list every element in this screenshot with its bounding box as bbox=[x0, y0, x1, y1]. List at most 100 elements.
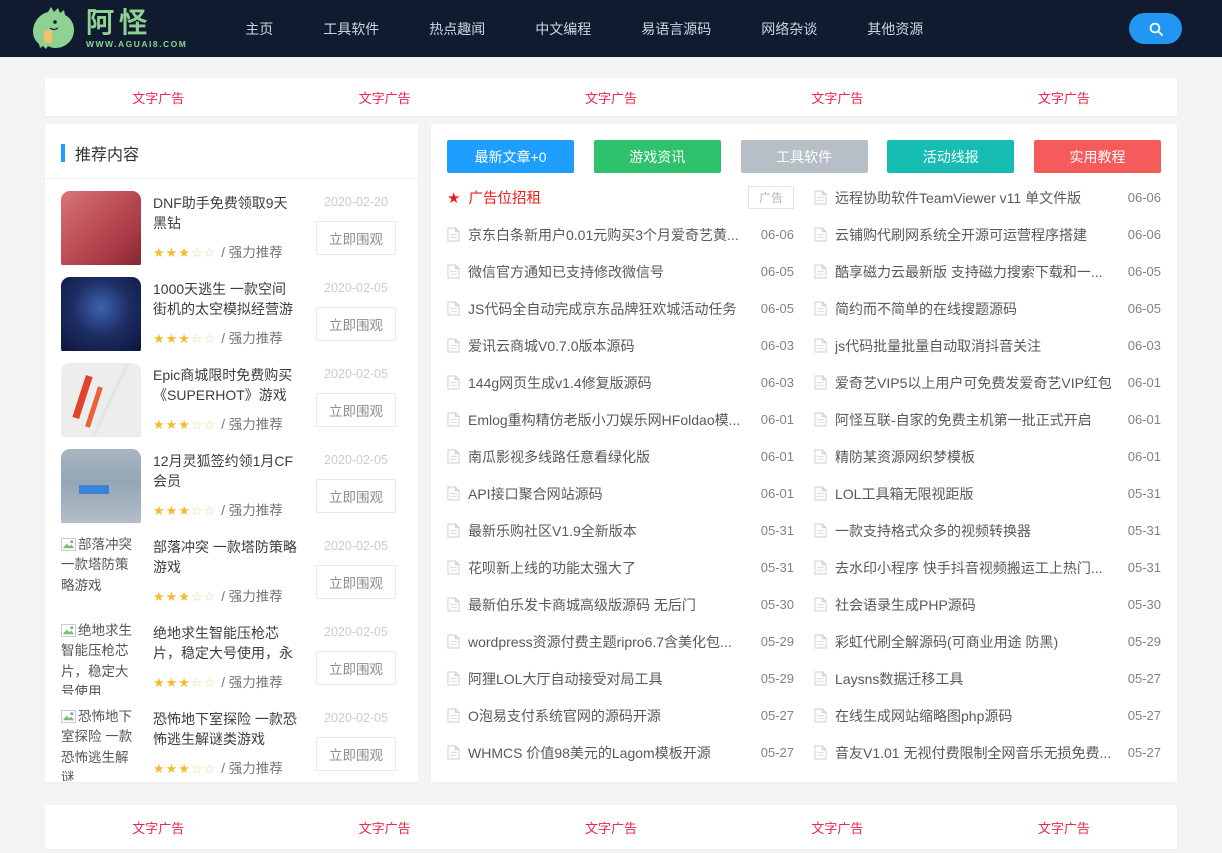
view-now-button[interactable]: 立即围观 bbox=[316, 651, 396, 685]
text-ad-link-2[interactable]: 文字广告 bbox=[498, 805, 724, 849]
article-link[interactable]: 在线生成网站缩略图php源码 bbox=[835, 706, 1120, 726]
recommended-item-title[interactable]: 恐怖地下室探险 一款恐怖逃生解谜类游戏 bbox=[153, 709, 298, 750]
text-ad-link-1[interactable]: 文字广告 bbox=[271, 78, 497, 116]
article-column-left: ★ 广告位招租 广告 京东白条新用户0.01元购买3个月爱奇艺黄... 06-06… bbox=[447, 179, 794, 771]
article-link[interactable]: 阿怪互联-自家的免费主机第一批正式开启 bbox=[835, 410, 1120, 430]
text-ad-link-4[interactable]: 文字广告 bbox=[951, 805, 1177, 849]
ad-badge[interactable]: 广告 bbox=[747, 186, 794, 209]
article-link[interactable]: 花呗新上线的功能太强大了 bbox=[468, 558, 753, 578]
broken-thumbnail[interactable]: 部落冲突 一款塔防策略游戏 bbox=[61, 535, 141, 609]
search-button[interactable] bbox=[1129, 13, 1182, 44]
article-link[interactable]: JS代码全自动完成京东品牌狂欢城活动任务 bbox=[468, 299, 753, 319]
doc-icon-wrap bbox=[447, 597, 460, 612]
text-ad-link-3[interactable]: 文字广告 bbox=[724, 78, 950, 116]
article-link[interactable]: 最新伯乐发卡商城高级版源码 无后门 bbox=[468, 595, 753, 615]
document-icon bbox=[447, 634, 460, 649]
article-link[interactable]: wordpress资源付费主题ripro6.7含美化包... bbox=[468, 632, 753, 652]
nav-item-3[interactable]: 中文编程 bbox=[535, 19, 591, 39]
rating-label: / 强力推荐 bbox=[221, 760, 283, 776]
recommended-item-title[interactable]: 部落冲突 一款塔防策略游戏 bbox=[153, 537, 298, 578]
article-link[interactable]: 酷享磁力云最新版 支持磁力搜索下载和一... bbox=[835, 262, 1120, 282]
article-thumbnail[interactable] bbox=[61, 191, 141, 265]
recommended-item-title[interactable]: 绝地求生智能压枪芯片，稳定大号使用，永久免费 bbox=[153, 623, 298, 664]
article-link[interactable]: 阿狸LOL大厅自动接受对局工具 bbox=[468, 669, 753, 689]
article-link[interactable]: 远程协助软件TeamViewer v11 单文件版 bbox=[835, 188, 1120, 208]
bottom-text-ads-bar: 文字广告 文字广告 文字广告 文字广告 文字广告 bbox=[45, 805, 1177, 849]
view-now-button[interactable]: 立即围观 bbox=[316, 565, 396, 599]
view-now-button[interactable]: 立即围观 bbox=[316, 307, 396, 341]
view-now-button[interactable]: 立即围观 bbox=[316, 737, 396, 771]
article-link[interactable]: O泡易支付系统官网的源码开源 bbox=[468, 706, 753, 726]
article-row: O泡易支付系统官网的源码开源 05-27 bbox=[447, 697, 794, 734]
article-date: 05-27 bbox=[1127, 745, 1161, 760]
article-thumbnail[interactable] bbox=[61, 363, 141, 437]
text-ad-link-0[interactable]: 文字广告 bbox=[45, 805, 271, 849]
recommended-item-title[interactable]: 12月灵狐签约领1月CF会员 bbox=[153, 451, 298, 492]
article-link[interactable]: js代码批量批量自动取消抖音关注 bbox=[835, 336, 1120, 356]
text-ad-link-3[interactable]: 文字广告 bbox=[724, 805, 950, 849]
category-button-3[interactable]: 活动线报 bbox=[887, 140, 1015, 173]
article-row: Emlog重构精仿老版小刀娱乐网HFoldao模... 06-01 bbox=[447, 401, 794, 438]
recommended-item-meta: 2020-02-05 立即围观 bbox=[310, 535, 402, 609]
star-filled-icons: ★★★ bbox=[153, 244, 191, 260]
recommended-item-title[interactable]: 1000天逃生 一款空间街机的太空模拟经营游戏 bbox=[153, 279, 298, 320]
article-link[interactable]: Emlog重构精仿老版小刀娱乐网HFoldao模... bbox=[468, 410, 753, 430]
article-date: 06-01 bbox=[1127, 449, 1161, 464]
document-icon bbox=[814, 190, 827, 205]
article-link[interactable]: 144g网页生成v1.4修复版源码 bbox=[468, 373, 753, 393]
article-link[interactable]: 一款支持格式众多的视频转换器 bbox=[835, 521, 1120, 541]
category-button-4[interactable]: 实用教程 bbox=[1034, 140, 1161, 173]
article-thumbnail[interactable] bbox=[61, 277, 141, 351]
article-link[interactable]: 爱讯云商城V0.7.0版本源码 bbox=[468, 336, 753, 356]
article-thumbnail[interactable] bbox=[61, 449, 141, 523]
article-link[interactable]: 彩虹代刷全解源码(可商业用途 防黑) bbox=[835, 632, 1120, 652]
nav-item-1[interactable]: 工具软件 bbox=[323, 19, 379, 39]
broken-thumbnail[interactable]: 恐怖地下室探险 一款恐怖逃生解谜 bbox=[61, 707, 141, 781]
doc-icon-wrap bbox=[447, 523, 460, 538]
view-now-button[interactable]: 立即围观 bbox=[316, 393, 396, 427]
nav-item-5[interactable]: 网络杂谈 bbox=[761, 19, 817, 39]
nav-item-6[interactable]: 其他资源 bbox=[867, 19, 923, 39]
header-accent-bar bbox=[61, 144, 65, 162]
text-ad-link-1[interactable]: 文字广告 bbox=[271, 805, 497, 849]
text-ad-link-2[interactable]: 文字广告 bbox=[498, 78, 724, 116]
article-link[interactable]: Laysns数据迁移工具 bbox=[835, 669, 1120, 689]
category-button-0[interactable]: 最新文章+0 bbox=[447, 140, 574, 173]
article-link[interactable]: 去水印小程序 快手抖音视频搬运工上热门... bbox=[835, 558, 1120, 578]
document-icon bbox=[447, 449, 460, 464]
site-logo[interactable]: 阿怪 WWW.AGUAI8.COM bbox=[28, 6, 187, 52]
text-ad-link-0[interactable]: 文字广告 bbox=[45, 78, 271, 116]
article-link[interactable]: WHMCS 价值98美元的Lagom模板开源 bbox=[468, 743, 753, 763]
text-ad-link-4[interactable]: 文字广告 bbox=[951, 78, 1177, 116]
nav-item-2[interactable]: 热点趣闻 bbox=[429, 19, 485, 39]
document-icon bbox=[814, 412, 827, 427]
ad-slot-link[interactable]: 广告位招租 bbox=[468, 187, 740, 208]
article-link[interactable]: 最新乐购社区V1.9全新版本 bbox=[468, 521, 753, 541]
article-link[interactable]: 微信官方通知已支持修改微信号 bbox=[468, 262, 753, 282]
category-button-1[interactable]: 游戏资讯 bbox=[593, 140, 721, 173]
article-column-right: 远程协助软件TeamViewer v11 单文件版 06-06 云铺购代刷网系统全开… bbox=[814, 179, 1161, 771]
star-empty-icons: ☆☆ bbox=[190, 331, 217, 346]
article-link[interactable]: 精防某资源网织梦模板 bbox=[835, 447, 1120, 467]
article-link[interactable]: 音友V1.01 无视付费限制全网音乐无损免费... bbox=[835, 743, 1120, 763]
article-link[interactable]: 爱奇艺VIP5以上用户可免费发爱奇艺VIP红包 bbox=[835, 373, 1120, 393]
article-link[interactable]: 京东白条新用户0.01元购买3个月爱奇艺黄... bbox=[468, 225, 753, 245]
article-link[interactable]: 简约而不简单的在线搜题源码 bbox=[835, 299, 1120, 319]
recommended-item-title[interactable]: DNF助手免费领取9天黑钻 bbox=[153, 193, 298, 234]
recommended-item-title[interactable]: Epic商城限时免费购买《SUPERHOT》游戏 bbox=[153, 365, 298, 406]
document-icon bbox=[814, 523, 827, 538]
recommended-title: 推荐内容 bbox=[75, 147, 140, 164]
article-link[interactable]: 社会语录生成PHP源码 bbox=[835, 595, 1120, 615]
article-link[interactable]: API接口聚合网站源码 bbox=[468, 484, 753, 504]
article-link[interactable]: LOL工具箱无限视距版 bbox=[835, 484, 1120, 504]
document-icon bbox=[447, 597, 460, 612]
view-now-button[interactable]: 立即围观 bbox=[316, 479, 396, 513]
view-now-button[interactable]: 立即围观 bbox=[316, 221, 396, 255]
broken-thumbnail[interactable]: 绝地求生智能压枪芯片，稳定大号使用 bbox=[61, 621, 141, 695]
document-icon bbox=[447, 264, 460, 279]
article-link[interactable]: 南瓜影视多线路任意看绿化版 bbox=[468, 447, 753, 467]
article-link[interactable]: 云铺购代刷网系统全开源可运营程序搭建 bbox=[835, 225, 1120, 245]
category-button-2[interactable]: 工具软件 bbox=[740, 140, 868, 173]
nav-item-4[interactable]: 易语言源码 bbox=[641, 19, 711, 39]
nav-item-0[interactable]: 主页 bbox=[245, 19, 273, 39]
